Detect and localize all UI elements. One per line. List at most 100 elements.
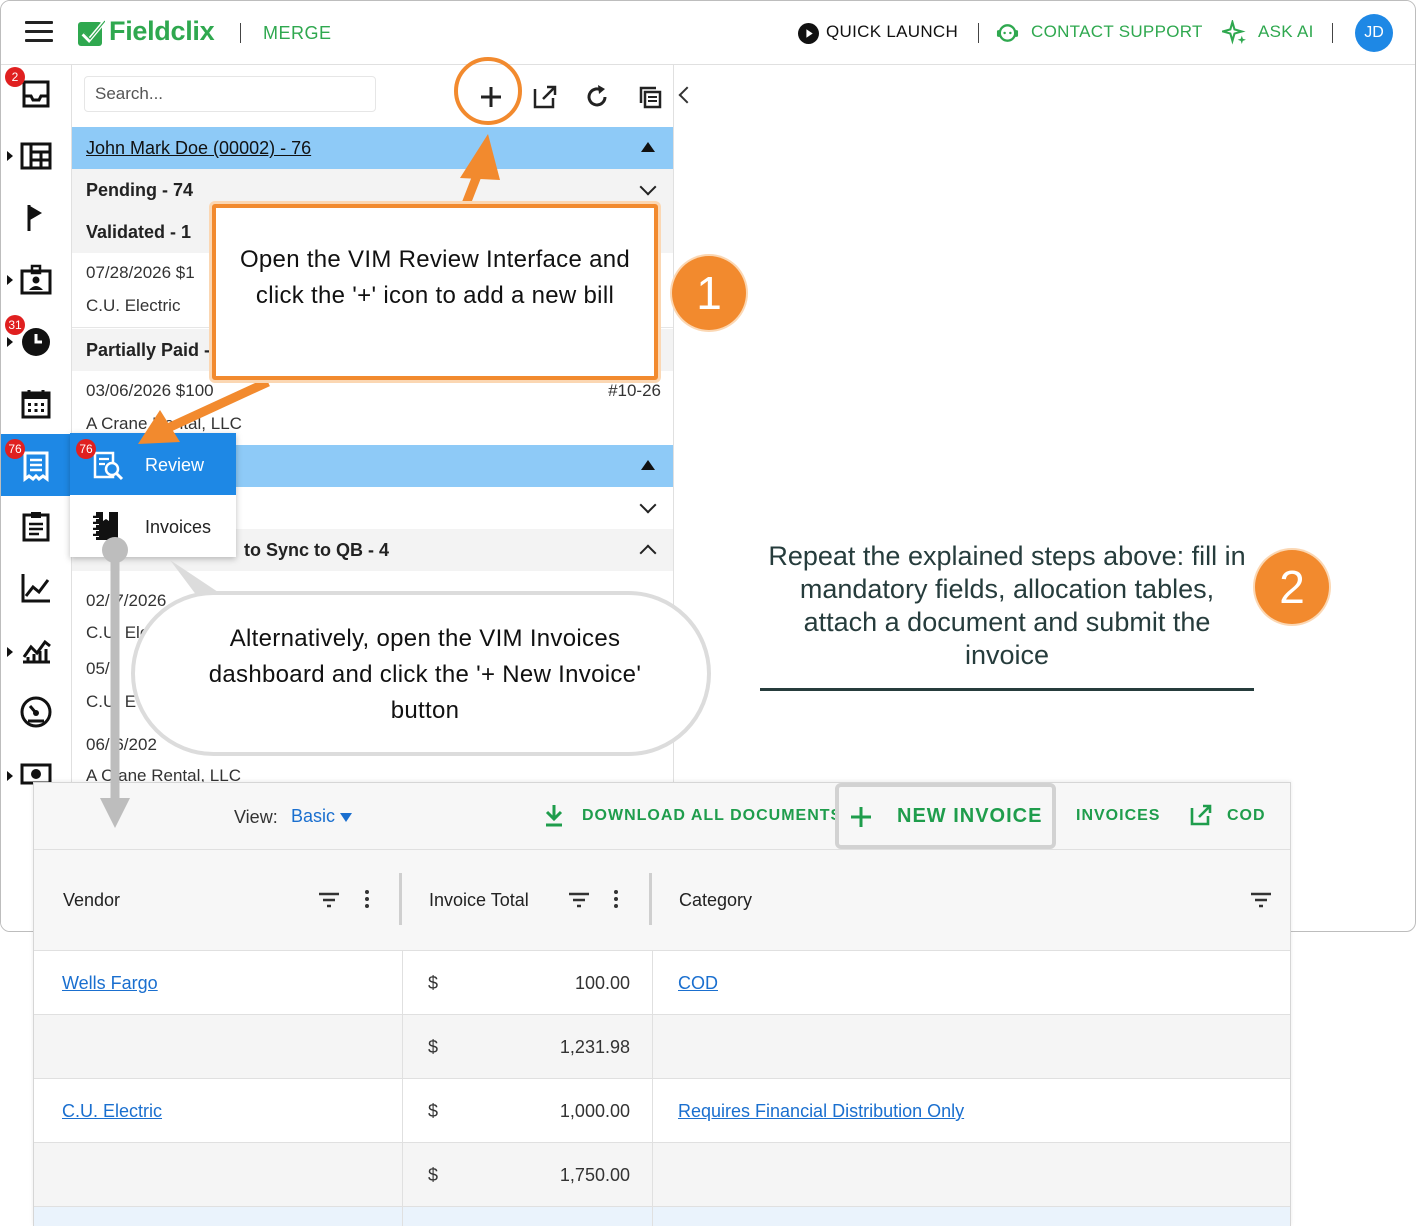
kebab-menu-icon[interactable] <box>365 890 369 908</box>
row-date: 05/ <box>86 659 110 678</box>
table-row-partial <box>34 1207 1290 1226</box>
open-external-icon[interactable] <box>531 83 559 111</box>
invoices-button[interactable]: INVOICES <box>1076 807 1160 825</box>
refresh-icon[interactable] <box>583 83 611 111</box>
chevron-up-icon[interactable] <box>639 544 657 562</box>
collapse-panel-chevron-icon[interactable] <box>678 86 696 104</box>
step2-underline <box>760 688 1254 691</box>
row-date: 06/ 6/202 <box>86 735 157 754</box>
ask-ai-button[interactable]: ASK AI <box>1258 22 1314 42</box>
kebab-menu-icon[interactable] <box>614 890 618 908</box>
quick-launch-button[interactable]: QUICK LAUNCH <box>826 22 958 42</box>
expand-arrow-icon[interactable] <box>7 275 13 285</box>
status-label: to Sync to QB - 4 <box>244 540 390 560</box>
receipt-icon[interactable] <box>19 449 53 483</box>
copy-windows-icon[interactable] <box>636 83 664 111</box>
status-label: Validated - 1 <box>86 222 192 242</box>
alternative-callout-text: Alternatively, open the VIM Invoices das… <box>208 625 642 724</box>
invoice-total: 100.00 <box>574 973 630 993</box>
inbox-icon[interactable] <box>19 77 53 111</box>
dropdown-caret-icon[interactable] <box>340 813 352 822</box>
column-divider[interactable] <box>649 873 652 925</box>
plus-icon[interactable] <box>849 805 873 829</box>
group-title[interactable]: John Mark Doe (00002) - 76 <box>86 138 311 159</box>
menu-item-review[interactable]: 76 Review <box>70 433 236 495</box>
menu-item-label: Invoices <box>145 517 212 537</box>
sparkle-icon[interactable] <box>1222 20 1247 45</box>
download-all-documents-button[interactable]: DOWNLOAD ALL DOCUMENTS <box>582 807 842 825</box>
contact-support-button[interactable]: CONTACT SUPPORT <box>1031 22 1203 42</box>
view-label: View: <box>234 807 278 827</box>
open-external-icon[interactable] <box>1189 803 1213 827</box>
category-link[interactable]: COD <box>678 973 718 994</box>
column-divider[interactable] <box>399 873 402 925</box>
column-header-category[interactable]: Category <box>679 890 752 911</box>
table-row[interactable] <box>34 1015 1290 1079</box>
filter-icon[interactable] <box>568 892 590 908</box>
menu-item-label: Review <box>145 455 205 475</box>
filter-icon[interactable] <box>318 892 340 908</box>
line-chart-icon[interactable] <box>19 571 53 605</box>
badge-id-icon[interactable] <box>19 263 53 297</box>
currency-symbol: $ <box>428 1165 439 1185</box>
table-header <box>34 850 1290 951</box>
trend-chart-icon[interactable] <box>19 633 53 667</box>
currency-symbol: $ <box>428 1037 439 1057</box>
expand-arrow-icon[interactable] <box>7 151 13 161</box>
clipboard-icon[interactable] <box>19 509 53 543</box>
expand-arrow-icon[interactable] <box>7 337 13 347</box>
filter-icon[interactable] <box>1250 892 1272 908</box>
row-vendor: C.U. Electric <box>86 296 181 315</box>
menu-icon[interactable] <box>25 21 53 43</box>
review-search-icon <box>93 451 124 481</box>
column-header-vendor[interactable]: Vendor <box>63 890 120 911</box>
gauge-icon[interactable] <box>19 695 53 729</box>
table-row[interactable] <box>34 1079 1290 1143</box>
collapse-triangle-icon[interactable] <box>641 460 655 470</box>
collapse-triangle-icon[interactable] <box>641 142 655 152</box>
brand-name[interactable]: Fieldclix <box>109 16 215 47</box>
status-label: Pending - 74 <box>86 180 194 200</box>
column-divider <box>402 951 403 1226</box>
table-row[interactable] <box>34 1143 1290 1207</box>
invoice-total: 1,750.00 <box>559 1165 630 1185</box>
row-number: #10-26 <box>608 381 661 400</box>
vendor-link[interactable]: C.U. Electric <box>62 1101 162 1122</box>
expand-arrow-icon[interactable] <box>7 647 13 657</box>
chevron-down-icon[interactable] <box>639 496 657 514</box>
support-icon[interactable] <box>996 22 1019 44</box>
fieldclix-logo-icon <box>78 20 105 46</box>
vim-popup-menu: 76 Review Invoices <box>70 433 236 557</box>
inbox-badge: 2 <box>5 67 25 87</box>
column-header-invoice-total[interactable]: Invoice Total <box>429 890 529 911</box>
table-row[interactable] <box>34 951 1290 1015</box>
pointer-dot <box>102 537 128 563</box>
table-grid-icon[interactable] <box>19 139 53 173</box>
chevron-down-icon[interactable] <box>639 178 657 196</box>
new-invoice-button[interactable]: NEW INVOICE <box>897 805 1042 828</box>
review-badge: 76 <box>76 439 96 459</box>
currency-symbol: $ <box>428 973 439 993</box>
vendor-link[interactable]: Wells Fargo <box>62 973 158 994</box>
add-button-highlight <box>454 57 522 125</box>
cod-button[interactable]: COD <box>1227 807 1266 825</box>
search-input[interactable] <box>84 76 376 112</box>
expand-arrow-icon[interactable] <box>7 771 13 781</box>
vim-invoices-dashboard: View: Basic DOWNLOAD ALL DOCUMENTS NEW I… <box>33 782 1291 1226</box>
module-name[interactable]: MERGE <box>263 23 332 44</box>
vim-badge: 76 <box>5 439 25 459</box>
flag-icon[interactable] <box>19 201 53 235</box>
column-divider <box>652 951 653 1226</box>
view-select[interactable]: Basic <box>291 806 335 827</box>
step2-number-badge: 2 <box>1255 550 1329 624</box>
category-link[interactable]: Requires Financial Distribution Only <box>678 1101 964 1122</box>
row-vendor: C.U. E <box>86 692 137 711</box>
group-header-employee[interactable]: John Mark Doe (00002) - 76 <box>72 127 673 169</box>
row-vendor: A Crane Rental, LLC <box>86 414 242 433</box>
play-icon[interactable] <box>798 23 819 44</box>
download-icon[interactable] <box>543 803 565 827</box>
clock-icon[interactable] <box>19 325 53 359</box>
user-avatar[interactable]: JD <box>1355 14 1393 52</box>
menu-item-invoices[interactable]: Invoices <box>70 495 236 557</box>
calendar-icon[interactable] <box>19 387 53 421</box>
